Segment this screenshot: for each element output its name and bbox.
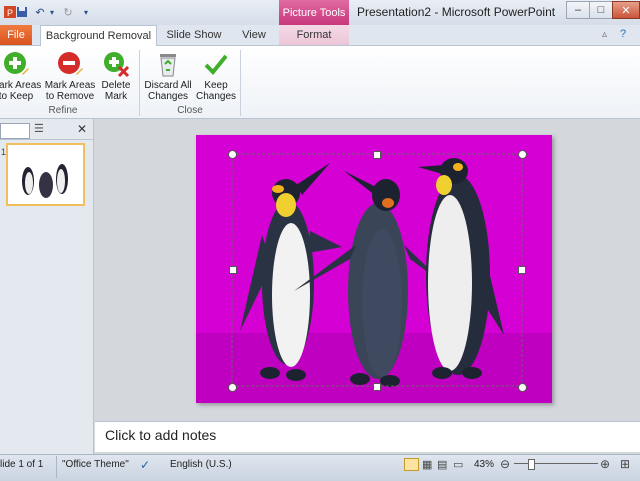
mark-areas-to-remove-label: Mark Areas to Remove <box>44 80 96 102</box>
slide-canvas[interactable] <box>196 135 552 403</box>
reading-view-icon[interactable]: ▤ <box>437 458 447 471</box>
status-separator <box>56 456 57 478</box>
tab-file[interactable]: File <box>0 25 32 45</box>
save-icon[interactable] <box>14 4 30 20</box>
delete-mark-label: Delete Mark <box>101 80 131 102</box>
keep-changes-label: Keep Changes <box>195 80 237 102</box>
refine-group-label: Refine <box>48 105 78 116</box>
slide-thumbnail[interactable] <box>6 143 85 206</box>
resize-handle-top-left[interactable] <box>228 150 237 159</box>
redo-icon[interactable]: ↻ <box>60 4 76 20</box>
spell-check-icon[interactable]: ✓ <box>140 458 150 472</box>
normal-view-icon[interactable] <box>404 458 419 471</box>
window-title: Presentation2 - Microsoft PowerPoint <box>357 5 556 19</box>
resize-handle-left[interactable] <box>229 266 237 274</box>
minimize-ribbon-icon[interactable]: ▵ <box>602 29 607 40</box>
resize-handle-top[interactable] <box>373 151 381 159</box>
notes-placeholder[interactable]: Click to add notes <box>105 427 216 443</box>
slides-tab[interactable] <box>0 123 30 139</box>
ribbon-group-separator <box>139 50 140 116</box>
mark-areas-to-remove-button[interactable]: Mark Areas to Remove <box>44 49 96 104</box>
tab-background-removal[interactable]: Background Removal <box>40 25 157 46</box>
svg-text:P: P <box>7 8 13 18</box>
resize-handle-top-right[interactable] <box>518 150 527 159</box>
plus-pencil-icon <box>1 49 31 79</box>
ribbon-group-separator <box>240 50 241 116</box>
zoom-slider-thumb[interactable] <box>528 459 535 470</box>
theme-status[interactable]: "Office Theme" <box>62 459 129 470</box>
keep-changes-button[interactable]: Keep Changes <box>190 49 242 104</box>
resize-handle-bottom-right[interactable] <box>518 383 527 392</box>
zoom-out-icon[interactable]: ⊖ <box>500 457 510 471</box>
resize-handle-right[interactable] <box>518 266 526 274</box>
resize-handle-bottom[interactable] <box>373 383 381 391</box>
recycle-bin-icon <box>153 49 183 79</box>
fit-slide-icon[interactable]: ⊞ <box>620 457 630 471</box>
mark-areas-to-keep-label: Mark Areas to Keep <box>0 80 42 102</box>
slide-show-view-icon[interactable]: ▭ <box>453 458 463 471</box>
delete-mark-button[interactable]: Delete Mark <box>90 49 142 104</box>
delete-mark-icon <box>101 49 131 79</box>
zoom-in-icon[interactable]: ⊕ <box>600 457 610 471</box>
slide-count-status: lide 1 of 1 <box>0 459 44 470</box>
zoom-slider-track[interactable] <box>514 463 598 464</box>
help-icon[interactable]: ? <box>620 28 626 40</box>
checkmark-icon <box>201 49 231 79</box>
zoom-level[interactable]: 43% <box>474 459 494 470</box>
language-status[interactable]: English (U.S.) <box>170 459 232 470</box>
resize-handle-bottom-left[interactable] <box>228 383 237 392</box>
tab-view[interactable]: View <box>236 25 272 45</box>
picture-tools-context-label: Picture Tools <box>279 0 349 25</box>
minus-pencil-icon <box>55 49 85 79</box>
tab-format[interactable]: Format <box>279 25 349 45</box>
slide-sorter-view-icon[interactable]: ▦ <box>422 458 432 471</box>
minimize-button[interactable]: – <box>566 1 590 19</box>
penguins-picture[interactable] <box>196 135 552 403</box>
close-group-label: Close <box>177 105 203 116</box>
maximize-button[interactable]: □ <box>589 1 613 19</box>
customize-qat-icon[interactable]: ▾ <box>78 4 94 20</box>
discard-all-changes-button[interactable]: Discard All Changes <box>142 49 194 104</box>
tab-slide-show[interactable]: Slide Show <box>163 25 225 45</box>
undo-dropdown-icon[interactable]: ▾ <box>44 4 60 20</box>
discard-all-changes-label: Discard All Changes <box>144 80 192 102</box>
close-window-button[interactable]: ✕ <box>612 1 640 19</box>
slides-pane-tabs: ☰ ✕ <box>0 121 93 140</box>
mark-areas-to-keep-button[interactable]: Mark Areas to Keep <box>0 49 42 104</box>
close-pane-icon[interactable]: ✕ <box>77 122 87 136</box>
outline-tab-icon[interactable]: ☰ <box>34 122 44 135</box>
